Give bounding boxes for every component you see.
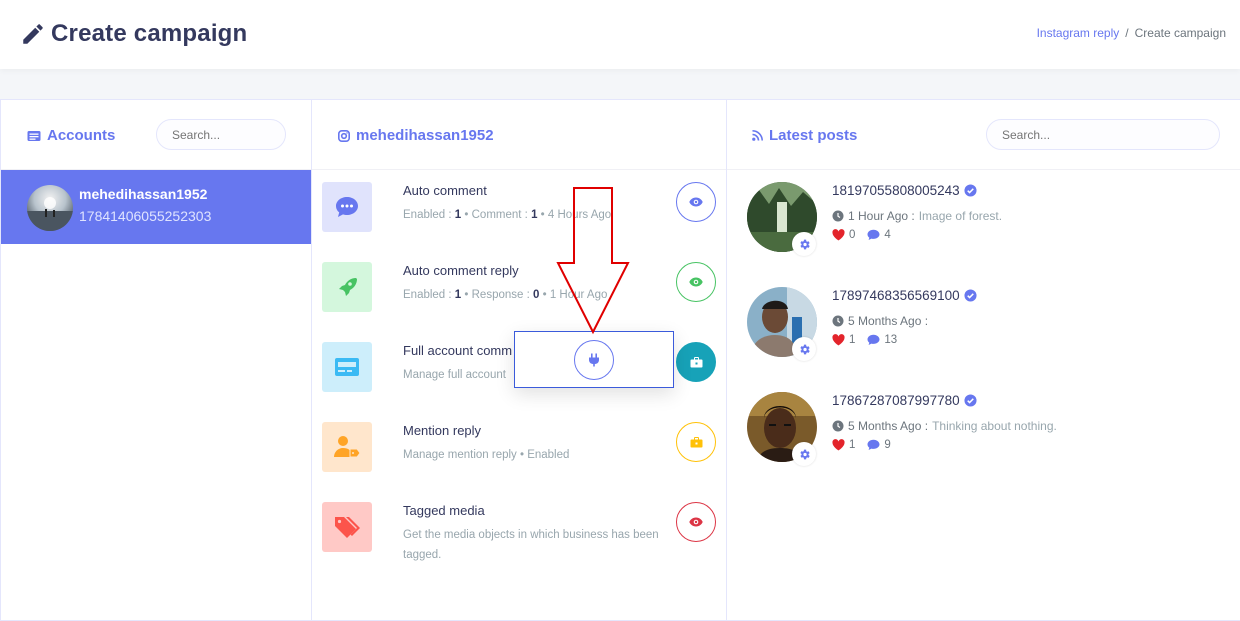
verified-check-icon [964,184,977,197]
feature-auto-comment-reply: Auto comment reply Enabled : 1 • Respons… [312,250,728,330]
post-settings-button[interactable] [792,337,816,361]
posts-title: Latest posts [752,127,857,144]
accounts-search-input[interactable] [156,119,286,150]
page-title: Create campaign [51,20,248,47]
feature-title: Mention reply [403,423,482,438]
rocket-icon [322,262,372,312]
features-header: mehedihassan1952 [312,100,726,170]
briefcase-icon [690,356,702,367]
breadcrumb-separator: / [1125,26,1129,40]
mention-reply-button[interactable] [676,422,716,462]
comment-icon [867,334,880,345]
account-avatar [27,185,73,231]
post-comments: 4 [884,229,891,241]
post-caption: Thinking about nothing. [932,419,1057,433]
connect-popup [514,331,674,388]
feature-meta: Get the media objects in which business … [403,529,659,561]
feature-title: Full account comm [403,343,513,358]
briefcase-icon [690,436,702,447]
post-id: 18197055808005243 [832,183,977,198]
posts-search-input[interactable] [986,119,1220,150]
rss-icon [752,130,763,141]
clock-icon [832,315,844,327]
account-item[interactable]: mehedihassan1952 17841406055252303 [1,170,312,244]
feature-tagged-media: Tagged media Get the media objects in wh… [312,490,728,570]
post-stats: 0 4 [832,229,891,241]
posts-title-label: Latest posts [769,127,858,144]
eye-icon [689,277,703,287]
full-account-comment-button[interactable] [676,342,716,382]
breadcrumb-current: Create campaign [1134,26,1226,40]
post-id: 17867287087997780 [832,393,977,408]
heart-icon [832,229,845,241]
user-tag-icon [322,422,372,472]
connect-plug-button[interactable] [574,340,614,380]
post-item[interactable]: 18197055808005243 1 Hour Ago : Image of f… [727,182,1240,282]
accounts-panel: Accounts mehedihassan1952 17841406055252… [0,99,312,621]
accounts-header: Accounts [1,100,311,170]
post-caption: Image of forest. [918,209,1003,223]
post-item[interactable]: 17867287087997780 5 Months Ago : Thinking… [727,392,1240,492]
annotation-arrow-icon [556,187,630,335]
accounts-title-label: Accounts [47,127,116,144]
instagram-icon [338,129,350,142]
feature-mention-reply: Mention reply Manage mention reply • Ena… [312,410,728,490]
list-card-icon [27,130,41,141]
verified-check-icon [964,394,977,407]
view-auto-comment-button[interactable] [676,182,716,222]
post-time: 1 Hour Ago : Image of forest. [832,209,1002,223]
page-header: Create campaign Instagram reply / Create c… [0,0,1240,69]
post-likes: 0 [849,229,856,241]
clock-icon [832,420,844,432]
eye-icon [689,197,703,207]
post-time: 5 Months Ago : Thinking about nothing. [832,419,1057,433]
post-likes: 1 [849,439,856,451]
feature-meta: Manage full account [403,369,506,381]
features-title-label: mehedihassan1952 [356,127,494,144]
view-auto-comment-reply-button[interactable] [676,262,716,302]
accounts-title: Accounts [27,127,115,144]
post-id: 17897468356569100 [832,288,977,303]
heart-icon [832,334,845,346]
clock-icon [832,210,844,222]
pencil-icon [23,24,43,44]
posts-panel: Latest posts 18197055808005243 1 Hour Ag… [726,99,1240,621]
account-name: mehedihassan1952 [79,186,208,202]
feature-title: Auto comment [403,183,487,198]
post-time: 5 Months Ago : [832,314,932,328]
feature-title: Auto comment reply [403,263,519,278]
feature-meta: Manage mention reply • Enabled [403,449,570,461]
gear-icon [799,449,810,459]
post-likes: 1 [849,334,856,346]
gear-icon [799,239,810,249]
post-settings-button[interactable] [792,442,816,466]
post-item[interactable]: 17897468356569100 5 Months Ago : 1 13 [727,287,1240,387]
view-tagged-media-button[interactable] [676,502,716,542]
eye-icon [689,517,703,527]
post-stats: 1 13 [832,334,897,346]
features-title: mehedihassan1952 [338,127,494,144]
posts-header: Latest posts [727,100,1240,170]
post-comments: 13 [884,334,898,346]
gear-icon [799,344,810,354]
post-stats: 1 9 [832,439,891,451]
feature-title: Tagged media [403,503,485,518]
card-icon [322,342,372,392]
plug-icon [589,353,599,367]
breadcrumb: Instagram reply / Create campaign [1037,26,1226,40]
account-id: 17841406055252303 [79,208,212,224]
breadcrumb-link-instagram-reply[interactable]: Instagram reply [1037,26,1120,40]
comment-icon [867,229,880,240]
verified-check-icon [964,289,977,302]
comment-icon [867,439,880,450]
tags-icon [322,502,372,552]
post-comments: 9 [884,439,891,451]
feature-auto-comment: Auto comment Enabled : 1 • Comment : 1 •… [312,170,728,250]
heart-icon [832,439,845,451]
post-settings-button[interactable] [792,232,816,256]
chat-bubble-icon [322,182,372,232]
